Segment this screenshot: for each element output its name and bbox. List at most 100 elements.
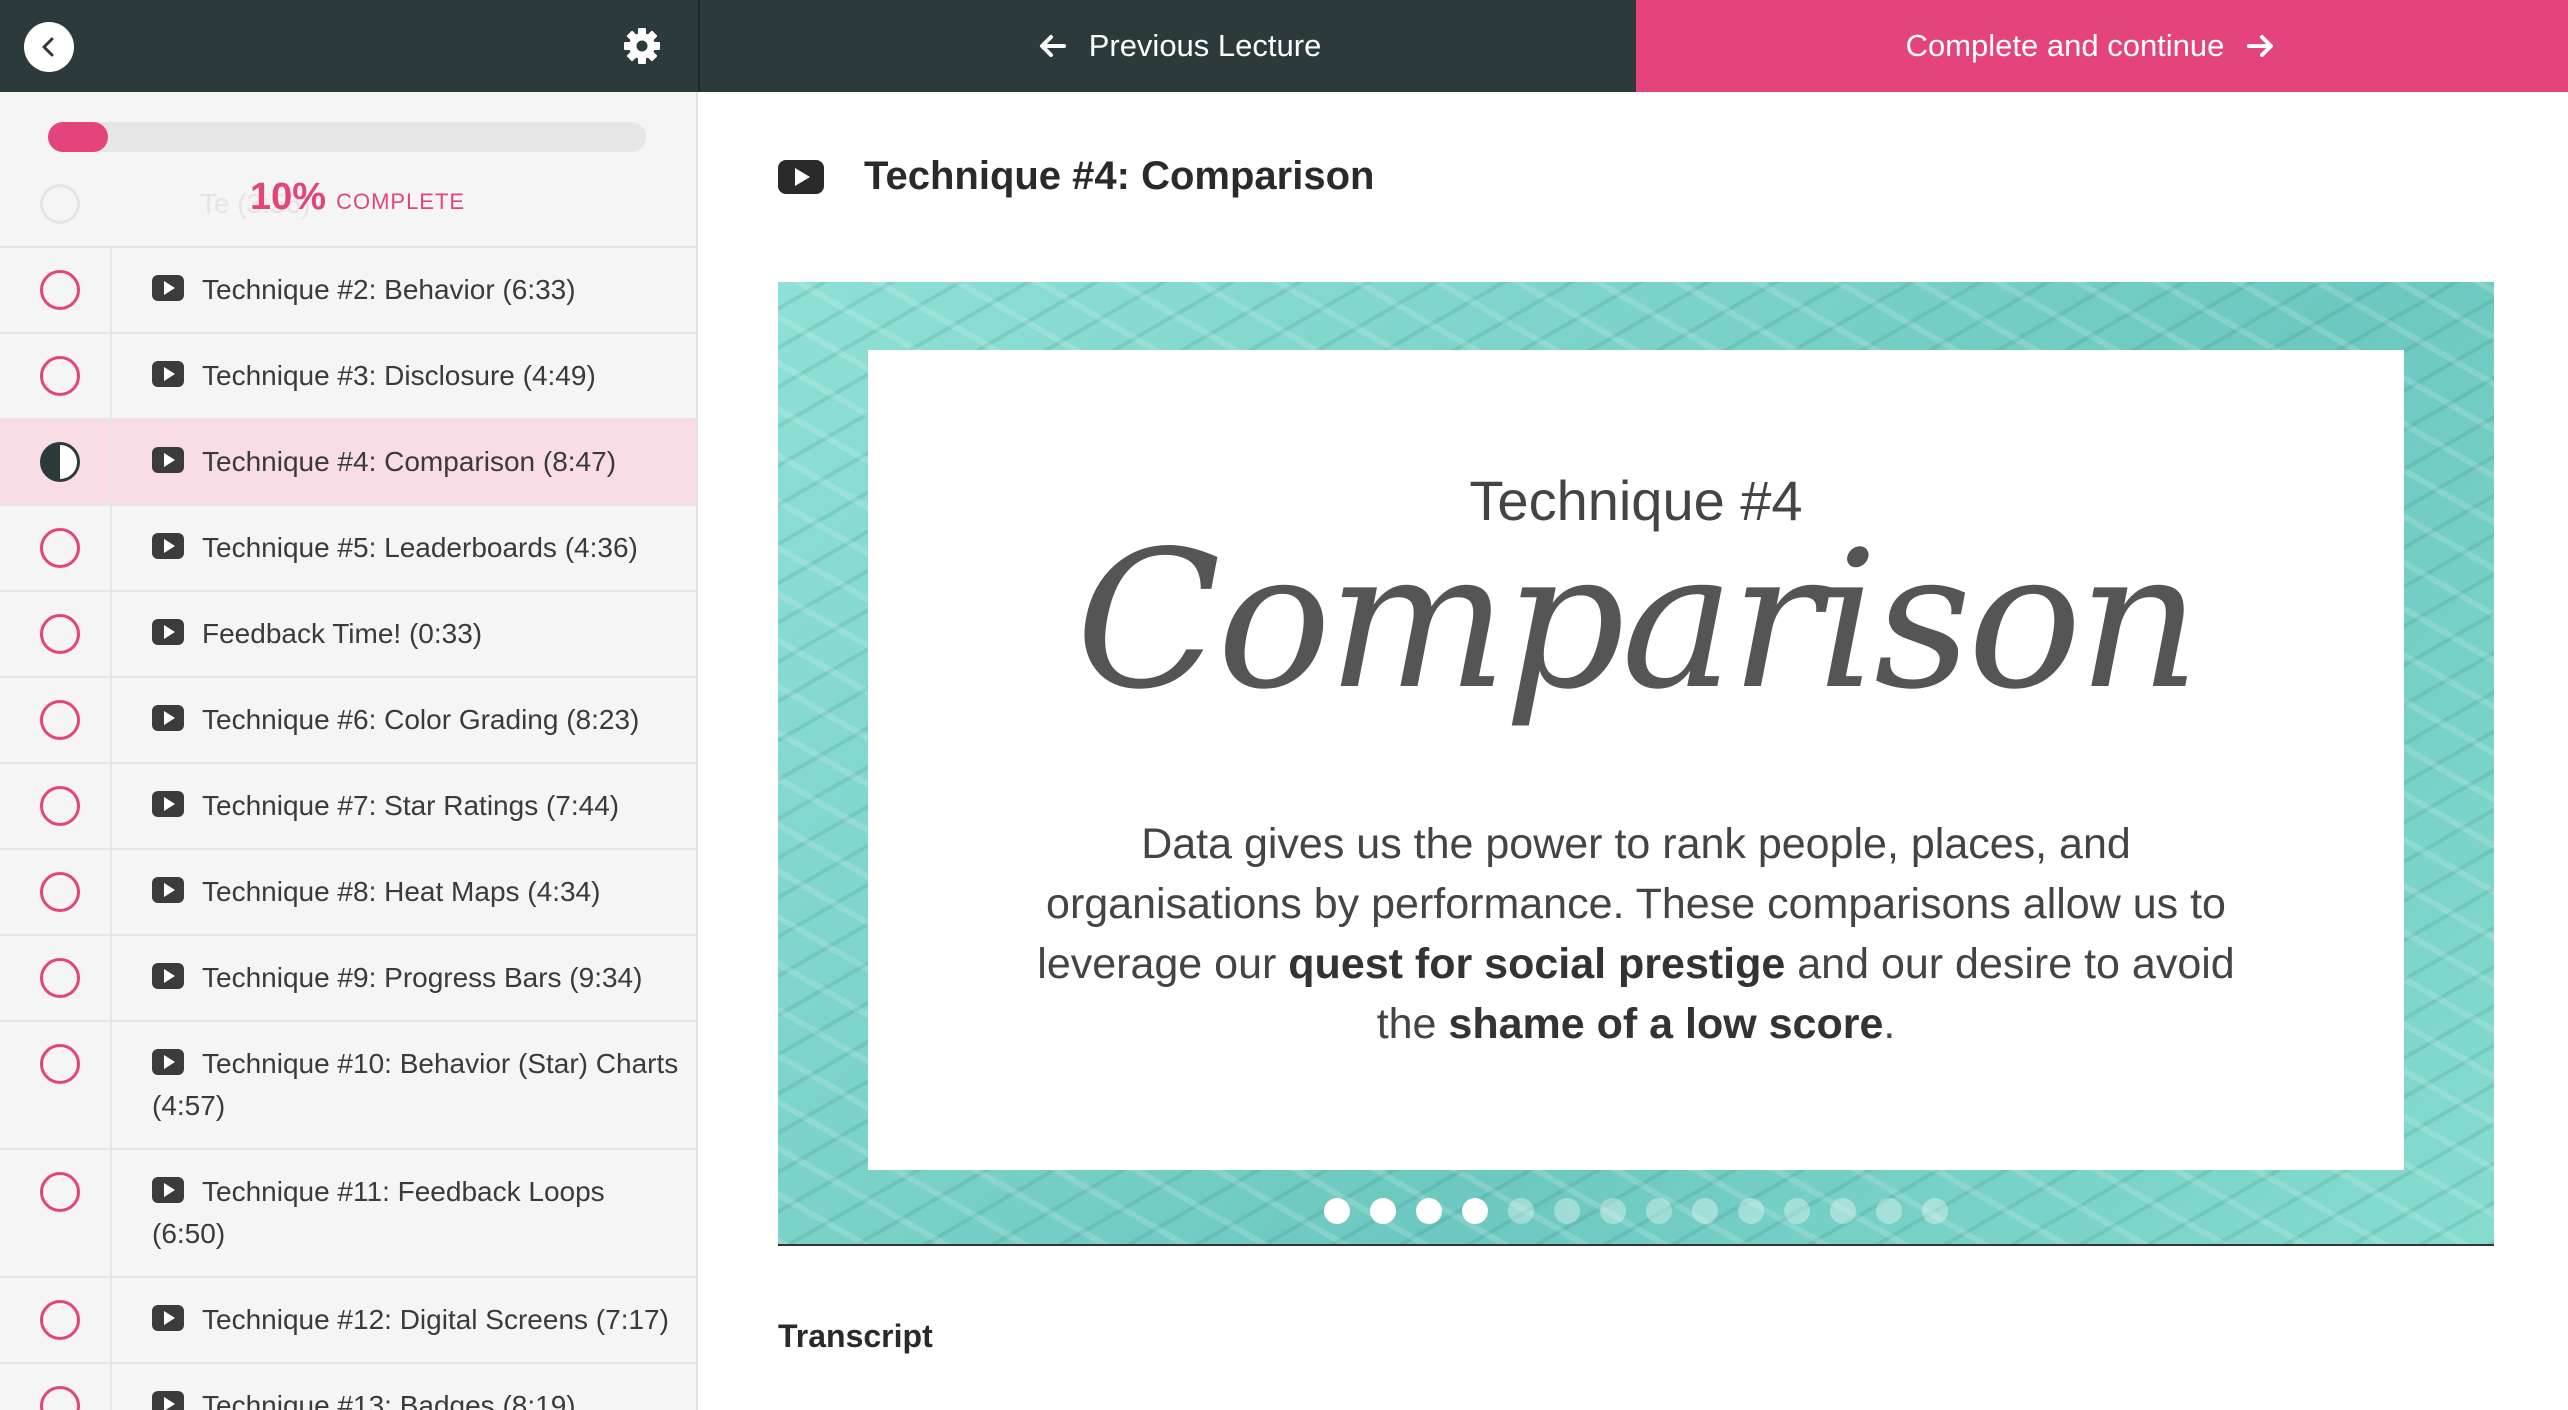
- course-sidebar[interactable]: Te (3:56) 10% COMPLETE Technique #2: Beh…: [0, 92, 698, 1410]
- video-player[interactable]: Technique #4 Comparison Data gives us th…: [778, 282, 2494, 1246]
- progress-complete-text: COMPLETE: [336, 189, 466, 214]
- gear-icon[interactable]: [622, 26, 662, 66]
- status-circle-icon: [40, 528, 80, 568]
- slide-dot[interactable]: [1554, 1198, 1580, 1224]
- video-icon: [152, 533, 184, 559]
- status-circle-icon: [40, 872, 80, 912]
- back-button[interactable]: [24, 22, 74, 72]
- lesson-status[interactable]: [0, 1364, 112, 1410]
- lesson-title: Technique #2: Behavior (6:33): [202, 274, 576, 305]
- video-icon: [152, 1391, 184, 1410]
- lesson-status[interactable]: [0, 1150, 112, 1276]
- slide-body-part: .: [1883, 1000, 1896, 1048]
- video-icon: [152, 447, 184, 473]
- lesson-status[interactable]: [0, 592, 112, 676]
- lesson-title: Technique #8: Heat Maps (4:34): [202, 876, 601, 907]
- slide-dot[interactable]: [1784, 1198, 1810, 1224]
- lesson-link[interactable]: Technique #13: Badges (8:19): [112, 1364, 696, 1410]
- slide-dot[interactable]: [1738, 1198, 1764, 1224]
- video-icon: [152, 619, 184, 645]
- slide-dot[interactable]: [1370, 1198, 1396, 1224]
- lesson-title: Technique #4: Comparison (8:47): [202, 446, 617, 477]
- slide-script-title: Comparison: [1075, 510, 2201, 731]
- video-icon: [152, 877, 184, 903]
- lesson-link[interactable]: Technique #11: Feedback Loops (6:50): [112, 1150, 696, 1276]
- lesson-item[interactable]: Technique #6: Color Grading (8:23): [0, 678, 696, 764]
- progress-bar-fill: [48, 122, 108, 152]
- lesson-status[interactable]: [0, 334, 112, 418]
- status-circle-icon: [40, 1172, 80, 1212]
- lesson-link[interactable]: Technique #6: Color Grading (8:23): [112, 678, 696, 762]
- lecture-content: Technique #4: Comparison Technique #4 Co…: [700, 92, 2568, 1410]
- lesson-link[interactable]: Technique #5: Leaderboards (4:36): [112, 506, 696, 590]
- status-circle-icon: [40, 1044, 80, 1084]
- video-icon: [778, 159, 824, 194]
- lesson-item[interactable]: Technique #4: Comparison (8:47): [0, 420, 696, 506]
- status-circle-icon: [40, 184, 80, 224]
- lesson-link[interactable]: Technique #8: Heat Maps (4:34): [112, 850, 696, 934]
- slide-dot[interactable]: [1646, 1198, 1672, 1224]
- chevron-left-icon: [42, 37, 54, 57]
- arrow-left-icon: [1039, 35, 1066, 57]
- lesson-link[interactable]: Technique #3: Disclosure (4:49): [112, 334, 696, 418]
- lesson-status[interactable]: [0, 936, 112, 1020]
- lesson-item[interactable]: Technique #12: Digital Screens (7:17): [0, 1278, 696, 1364]
- video-icon: [152, 361, 184, 387]
- arrow-right-icon: [2247, 35, 2274, 57]
- lesson-link[interactable]: Technique #9: Progress Bars (9:34): [112, 936, 696, 1020]
- lesson-title: Technique #11: Feedback Loops (6:50): [152, 1176, 605, 1249]
- previous-lecture-button[interactable]: Previous Lecture: [698, 0, 1636, 92]
- slide-dot[interactable]: [1692, 1198, 1718, 1224]
- lesson-status[interactable]: [0, 850, 112, 934]
- lesson-link[interactable]: Technique #2: Behavior (6:33): [112, 248, 696, 332]
- lecture-title-text: Technique #4: Comparison: [864, 154, 1375, 198]
- slide-dots: [778, 1198, 2494, 1224]
- slide-dot[interactable]: [1462, 1198, 1488, 1224]
- lesson-link[interactable]: Technique #12: Digital Screens (7:17): [112, 1278, 696, 1362]
- lesson-link[interactable]: Technique #7: Star Ratings (7:44): [112, 764, 696, 848]
- lesson-link[interactable]: Technique #4: Comparison (8:47): [112, 420, 696, 504]
- top-bar: Previous Lecture Complete and continue: [0, 0, 2568, 92]
- slide-dot[interactable]: [1922, 1198, 1948, 1224]
- lesson-status[interactable]: [0, 678, 112, 762]
- lesson-item[interactable]: Technique #9: Progress Bars (9:34): [0, 936, 696, 1022]
- video-icon: [152, 1177, 184, 1203]
- lesson-item[interactable]: Technique #3: Disclosure (4:49): [0, 334, 696, 420]
- lesson-status[interactable]: [0, 506, 112, 590]
- lesson-status[interactable]: [0, 1278, 112, 1362]
- lesson-link[interactable]: Technique #10: Behavior (Star) Charts (4…: [112, 1022, 696, 1148]
- lesson-item[interactable]: Feedback Time! (0:33): [0, 592, 696, 678]
- lesson-item[interactable]: Technique #13: Badges (8:19): [0, 1364, 696, 1410]
- lesson-item[interactable]: Technique #10: Behavior (Star) Charts (4…: [0, 1022, 696, 1150]
- status-circle-icon: [40, 958, 80, 998]
- complete-and-continue-label: Complete and continue: [1905, 28, 2225, 63]
- lesson-item[interactable]: Technique #11: Feedback Loops (6:50): [0, 1150, 696, 1278]
- lesson-status[interactable]: [0, 764, 112, 848]
- slide-dot[interactable]: [1416, 1198, 1442, 1224]
- video-icon: [152, 1305, 184, 1331]
- lesson-item[interactable]: Technique #8: Heat Maps (4:34): [0, 850, 696, 936]
- course-progress: Te (3:56) 10% COMPLETE: [0, 92, 696, 248]
- lesson-item[interactable]: Technique #7: Star Ratings (7:44): [0, 764, 696, 850]
- status-circle-icon: [40, 356, 80, 396]
- lesson-status[interactable]: [0, 420, 112, 504]
- complete-and-continue-button[interactable]: Complete and continue: [1636, 0, 2568, 92]
- status-circle-icon: [40, 1386, 80, 1410]
- slide-dot[interactable]: [1324, 1198, 1350, 1224]
- slide-body-bold: quest for social prestige: [1288, 940, 1786, 988]
- progress-percent: 10%: [250, 176, 327, 218]
- slide-dot[interactable]: [1600, 1198, 1626, 1224]
- lesson-item[interactable]: Technique #2: Behavior (6:33): [0, 248, 696, 334]
- lesson-link[interactable]: Feedback Time! (0:33): [112, 592, 696, 676]
- lesson-status[interactable]: [0, 1022, 112, 1148]
- lesson-item[interactable]: Technique #5: Leaderboards (4:36): [0, 506, 696, 592]
- lesson-status[interactable]: [0, 248, 112, 332]
- progress-bar: [48, 122, 646, 152]
- half-circle-icon: [40, 442, 80, 482]
- lecture-title: Technique #4: Comparison: [778, 154, 1374, 199]
- video-icon: [152, 275, 184, 301]
- slide-dot[interactable]: [1876, 1198, 1902, 1224]
- slide-dot[interactable]: [1830, 1198, 1856, 1224]
- slide-dot[interactable]: [1508, 1198, 1534, 1224]
- previous-lecture-label: Previous Lecture: [1088, 28, 1322, 63]
